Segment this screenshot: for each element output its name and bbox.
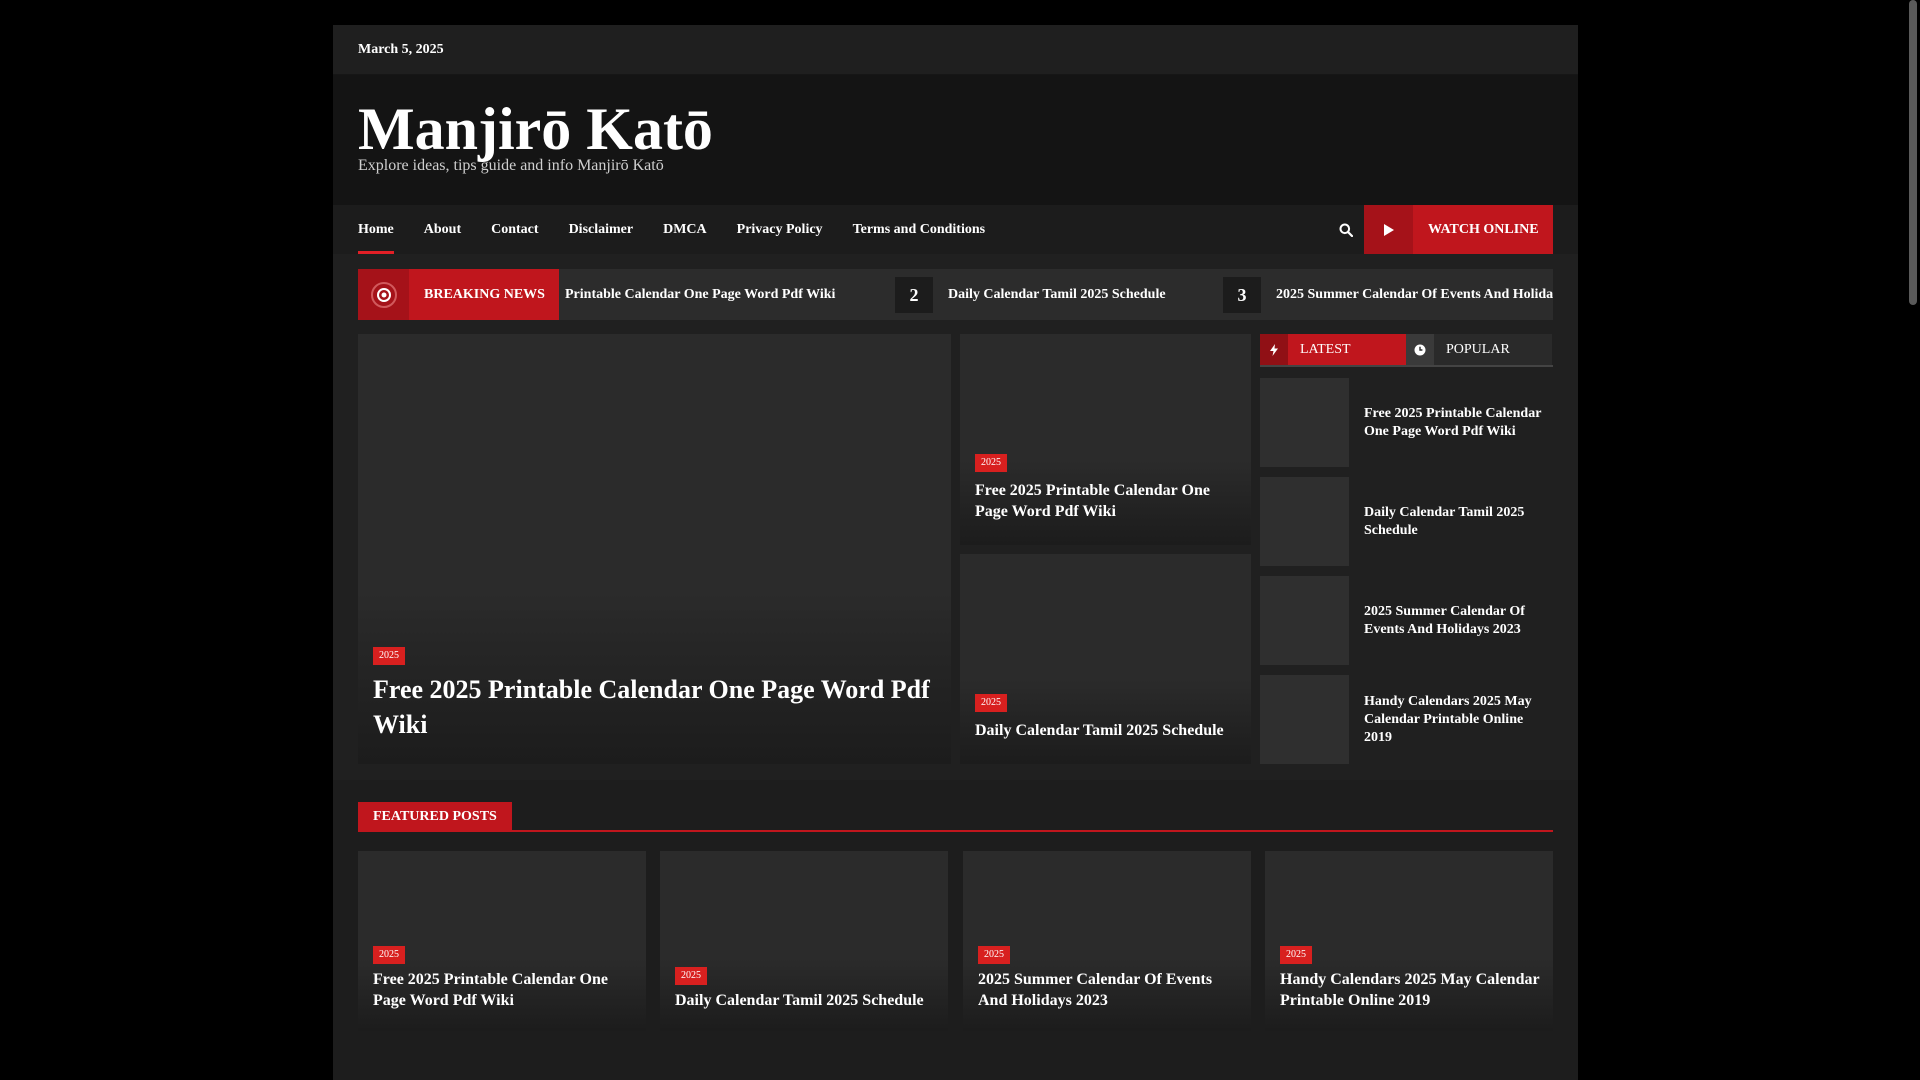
hero-main-card[interactable]: 2025 Free 2025 Printable Calendar One Pa…: [358, 334, 951, 764]
post-thumbnail[interactable]: [1260, 378, 1349, 467]
tab-latest-label: LATEST: [1300, 341, 1351, 357]
latest-post-title[interactable]: Daily Calendar Tamil 2025 Schedule: [1364, 477, 1549, 566]
featured-post-title[interactable]: Daily Calendar Tamil 2025 Schedule: [675, 990, 935, 1011]
hero-side-card[interactable]: 2025 Free 2025 Printable Calendar One Pa…: [960, 334, 1251, 545]
site-header: Manjirō Katō Explore ideas, tips guide a…: [333, 75, 1578, 205]
nav-privacy-policy[interactable]: Privacy Policy: [737, 205, 823, 254]
category-badge[interactable]: 2025: [975, 694, 1007, 712]
target-icon: [358, 269, 409, 320]
category-badge[interactable]: 2025: [373, 946, 405, 964]
category-badge[interactable]: 2025: [373, 647, 405, 665]
tab-popular-label: POPULAR: [1446, 341, 1510, 357]
tab-popular[interactable]: POPULAR: [1406, 334, 1552, 365]
latest-post-item[interactable]: Handy Calendars 2025 May Calendar Printa…: [1260, 675, 1553, 764]
scrollbar[interactable]: [1905, 0, 1920, 1080]
post-thumbnail[interactable]: [1260, 576, 1349, 665]
tab-latest[interactable]: LATEST: [1260, 334, 1406, 365]
search-icon: [1339, 223, 1353, 237]
latest-post-item[interactable]: Free 2025 Printable Calendar One Page Wo…: [1260, 378, 1553, 467]
top-bar: March 5, 2025: [333, 25, 1578, 75]
search-button[interactable]: [1323, 205, 1368, 254]
featured-post-card[interactable]: 2025 Handy Calendars 2025 May Calendar P…: [1265, 851, 1553, 1031]
post-thumbnail[interactable]: [1260, 477, 1349, 566]
nav-about[interactable]: About: [424, 205, 461, 254]
main-nav: Home About Contact Disclaimer DMCA Priva…: [333, 205, 1578, 254]
hero-side-title[interactable]: Free 2025 Printable Calendar One Page Wo…: [975, 480, 1240, 522]
watch-online-button[interactable]: WATCH ONLINE: [1364, 205, 1553, 254]
category-badge[interactable]: 2025: [975, 454, 1007, 472]
nav-dmca[interactable]: DMCA: [663, 205, 707, 254]
category-badge[interactable]: 2025: [1280, 946, 1312, 964]
breaking-news-label: BREAKING NEWS: [409, 269, 559, 320]
featured-post-card[interactable]: 2025 Daily Calendar Tamil 2025 Schedule: [660, 851, 948, 1031]
category-badge[interactable]: 2025: [978, 946, 1010, 964]
play-icon: [1364, 205, 1413, 254]
featured-post-card[interactable]: 2025 2025 Summer Calendar Of Events And …: [963, 851, 1251, 1031]
latest-post-title[interactable]: Handy Calendars 2025 May Calendar Printa…: [1364, 675, 1549, 764]
featured-post-title[interactable]: 2025 Summer Calendar Of Events And Holid…: [978, 969, 1238, 1011]
hero-side-title[interactable]: Daily Calendar Tamil 2025 Schedule: [975, 720, 1240, 741]
clock-icon: [1406, 334, 1434, 365]
latest-post-item[interactable]: Daily Calendar Tamil 2025 Schedule: [1260, 477, 1553, 566]
current-date: March 5, 2025: [358, 41, 444, 57]
breaking-news-number: 2: [895, 277, 933, 313]
breaking-news-number: 3: [1223, 277, 1261, 313]
featured-post-title[interactable]: Handy Calendars 2025 May Calendar Printa…: [1280, 969, 1540, 1011]
breaking-news-item[interactable]: Daily Calendar Tamil 2025 Schedule: [948, 269, 1166, 320]
featured-post-card[interactable]: 2025 Free 2025 Printable Calendar One Pa…: [358, 851, 646, 1031]
latest-post-item[interactable]: 2025 Summer Calendar Of Events And Holid…: [1260, 576, 1553, 665]
latest-post-title[interactable]: Free 2025 Printable Calendar One Page Wo…: [1364, 378, 1549, 467]
scrollbar-thumb[interactable]: [1909, 0, 1917, 305]
site-title[interactable]: Manjirō Katō: [358, 97, 1553, 161]
nav-contact[interactable]: Contact: [491, 205, 538, 254]
breaking-news-item[interactable]: 2025 Summer Calendar Of Events And Holid…: [1276, 269, 1553, 320]
posts-tabs: LATEST POPULAR: [1260, 334, 1553, 367]
hero-side-card[interactable]: 2025 Daily Calendar Tamil 2025 Schedule: [960, 554, 1251, 764]
breaking-news-ticker: Printable Calendar One Page Word Pdf Wik…: [358, 269, 1553, 320]
nav-home[interactable]: Home: [358, 205, 394, 254]
site-description: Explore ideas, tips guide and info Manji…: [358, 157, 664, 174]
category-badge[interactable]: 2025: [675, 967, 707, 985]
page-container: March 5, 2025 Manjirō Katō Explore ideas…: [333, 25, 1578, 1080]
nav-disclaimer[interactable]: Disclaimer: [569, 205, 634, 254]
watch-online-label: WATCH ONLINE: [1428, 221, 1539, 237]
featured-post-title[interactable]: Free 2025 Printable Calendar One Page Wo…: [373, 969, 633, 1011]
featured-heading: FEATURED POSTS: [358, 802, 1553, 832]
latest-post-title[interactable]: 2025 Summer Calendar Of Events And Holid…: [1364, 576, 1549, 665]
hero-main-title[interactable]: Free 2025 Printable Calendar One Page Wo…: [373, 672, 933, 742]
nav-terms[interactable]: Terms and Conditions: [853, 205, 986, 254]
featured-heading-label: FEATURED POSTS: [358, 802, 512, 832]
bolt-icon: [1260, 334, 1288, 365]
breaking-news-item[interactable]: Printable Calendar One Page Word Pdf Wik…: [565, 269, 835, 320]
post-thumbnail[interactable]: [1260, 675, 1349, 764]
